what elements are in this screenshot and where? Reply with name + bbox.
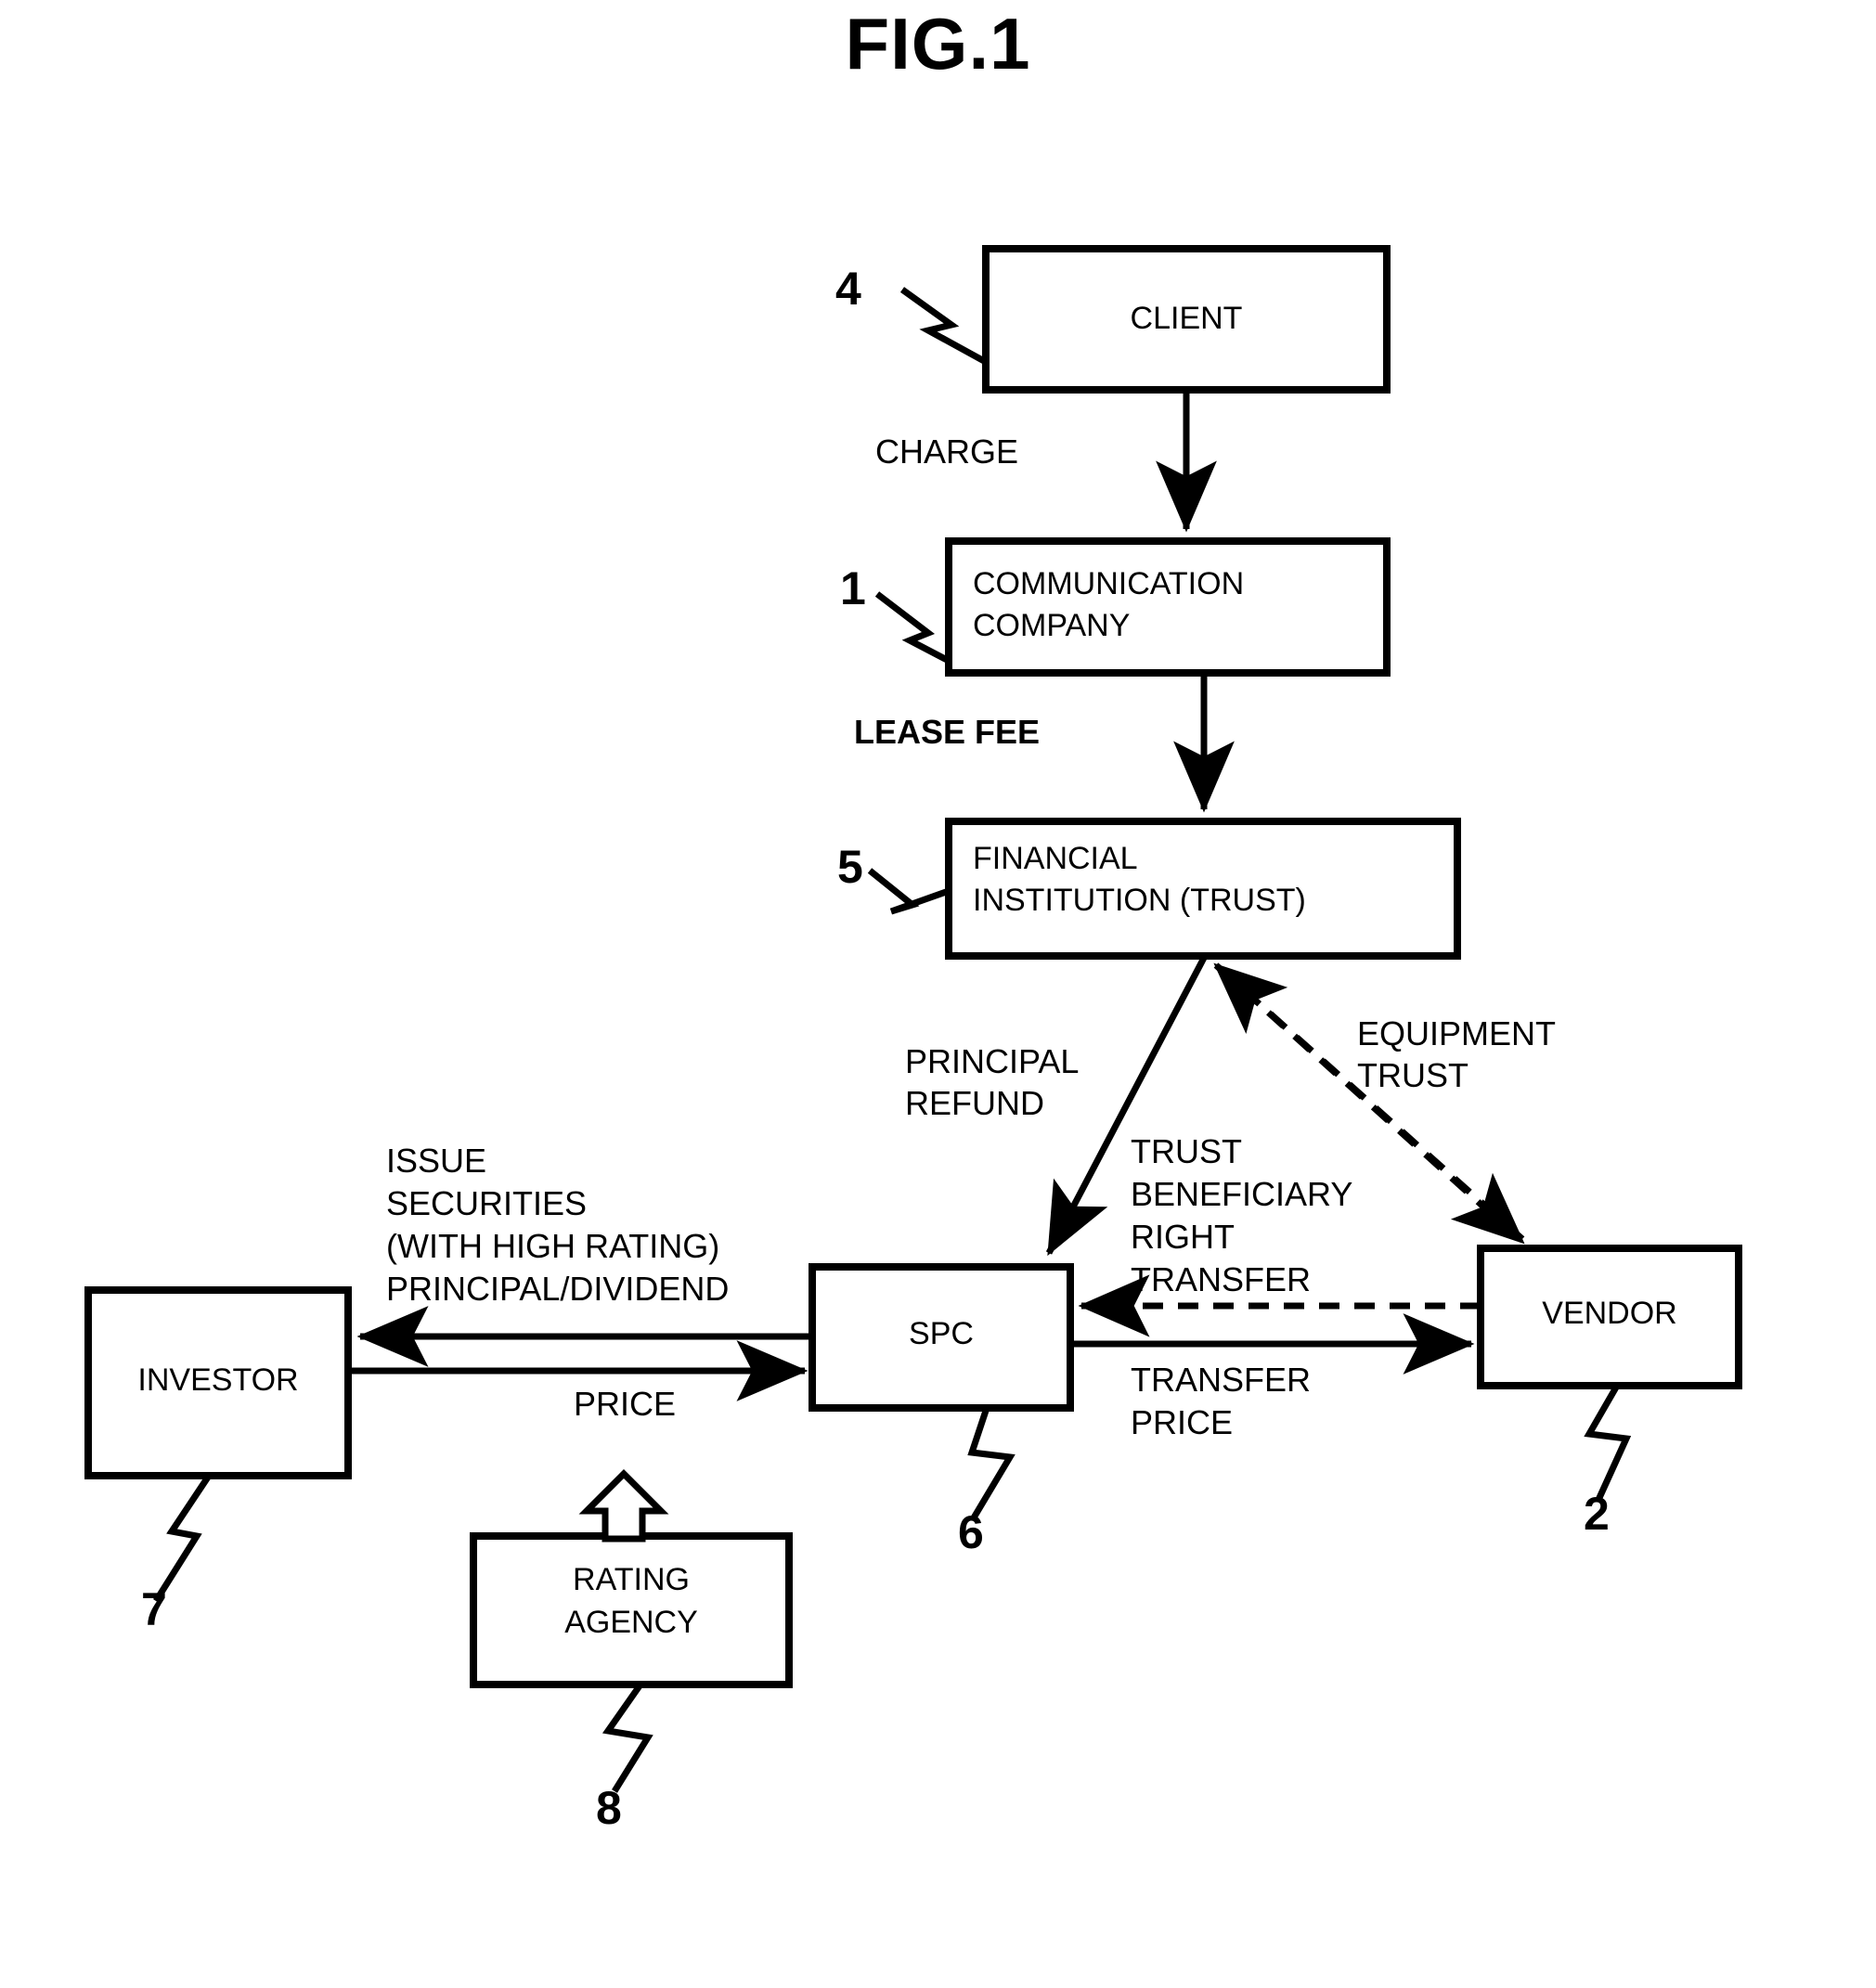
edge-label-tbrt-line1: TRUST [1131,1132,1242,1170]
node-box-communication-company[interactable] [945,537,1391,677]
node-label-investor: INVESTOR [137,1362,299,1398]
edge-rating-arrow-hollow [578,1469,669,1543]
diagram-svg [84,245,1742,1793]
node-label-spc: SPC [909,1316,974,1351]
edge-label-tbrt-line2: BENEFICIARY [1131,1175,1353,1213]
ref-number-7: 7 [141,1583,167,1635]
edge-label-principal-refund-line1: PRINCIPAL [905,1042,1080,1080]
ref-number-4: 4 [835,263,861,315]
node-label-rating-agency-line2: AGENCY [564,1605,698,1640]
edge-label-equipment-trust-line2: TRUST [1357,1056,1468,1094]
node-label-communication-company-line1: COMMUNICATION [973,566,1245,601]
leader-line-8 [602,1682,653,1793]
ref-number-1: 1 [840,562,866,614]
edge-label-tbrt-line4: TRANSFER [1131,1260,1312,1298]
ref-number-2: 2 [1584,1488,1610,1540]
ref-number-6: 6 [958,1506,984,1558]
edge-label-principal-refund-line2: REFUND [905,1084,1044,1122]
node-label-communication-company-line2: COMPANY [973,608,1131,643]
leader-line-6 [967,1406,1016,1521]
ref-number-8: 8 [596,1782,622,1834]
node-label-financial-institution-line1: FINANCIAL [973,841,1138,876]
node-label-financial-institution-line2: INSTITUTION (TRUST) [973,883,1306,918]
edge-label-transfer-price-line1: TRANSFER [1131,1361,1312,1399]
leader-line-2 [1584,1384,1632,1502]
edge-label-issue-line2: SECURITIES [386,1184,588,1222]
edge-label-price: PRICE [574,1385,677,1423]
leader-line-1 [874,591,951,665]
edge-label-issue-line1: ISSUE [386,1142,487,1180]
node-label-vendor: VENDOR [1542,1296,1677,1331]
figure-canvas: FIG.1 CLIENT COMMUNICATION COMPANY FINAN… [0,0,1876,1988]
edge-label-lease-fee: LEASE FEE [854,713,1041,751]
ref-number-5: 5 [837,841,863,893]
edge-label-equipment-trust-line1: EQUIPMENT [1357,1014,1557,1052]
node-label-client: CLIENT [1130,301,1243,336]
edge-label-transfer-price-line2: PRICE [1131,1403,1234,1441]
leader-line-4 [899,287,988,366]
edge-label-charge: CHARGE [875,432,1019,471]
leader-line-7 [153,1474,212,1603]
edge-label-issue-line4: PRINCIPAL/DIVIDEND [386,1270,730,1308]
node-label-rating-agency-line1: RATING [573,1562,690,1597]
leader-line-5 [867,868,951,915]
edge-label-issue-line3: (WITH HIGH RATING) [386,1227,720,1265]
edge-label-tbrt-line3: RIGHT [1131,1218,1235,1256]
